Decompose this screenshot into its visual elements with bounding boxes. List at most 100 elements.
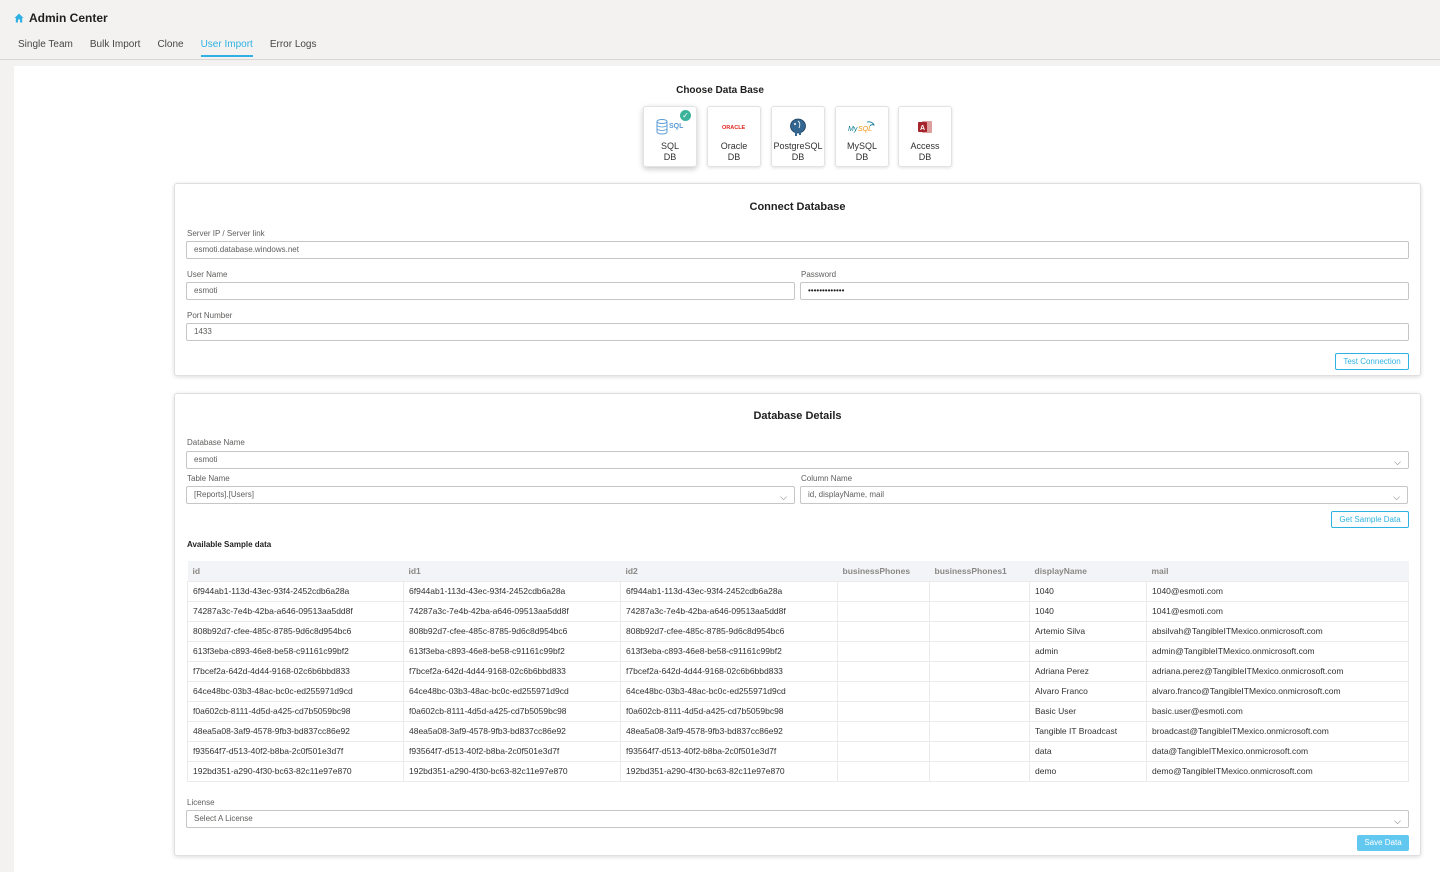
- db-option-label: SQL: [660, 141, 679, 151]
- svg-text:A: A: [920, 125, 925, 132]
- home-icon[interactable]: [14, 13, 24, 23]
- access-logo-icon: A: [899, 115, 951, 139]
- table-cell: 808b92d7-cfee-485c-8785-9d6c8d954bc6: [620, 620, 838, 642]
- table-cell: [837, 700, 930, 722]
- table-row: 48ea5a08-3af9-4578-9fb3-bd837cc86e92 48ea…: [187, 720, 1409, 742]
- license-placeholder: Select A License: [194, 814, 253, 823]
- svg-text:ORACLE: ORACLE: [722, 125, 746, 131]
- table-cell: 808b92d7-cfee-485c-8785-9d6c8d954bc6: [187, 620, 404, 642]
- tab-bar: Single Team Bulk Import Clone User Impor…: [18, 39, 334, 57]
- table-cell: absilvah@TangibleITMexico.onmicrosoft.co…: [1146, 620, 1409, 642]
- username-label: User Name: [187, 270, 228, 279]
- table-cell: [929, 640, 1030, 662]
- table-cell: broadcast@TangibleITMexico.onmicrosoft.c…: [1146, 720, 1409, 742]
- table-cell: Adriana Perez: [1029, 660, 1147, 682]
- database-name-select[interactable]: esmoti ⌵: [186, 451, 1409, 469]
- postgresql-elephant-icon: [772, 115, 824, 139]
- table-row: 6f944ab1-113d-43ec-93f4-2452cdb6a28a 6f94…: [187, 580, 1409, 602]
- table-header-row: id id1 id2 businessPhones businessPhones…: [187, 561, 1409, 581]
- table-cell: 64ce48bc-03b3-48ac-bc0c-ed255971d9cd: [620, 680, 838, 702]
- db-option-oracle[interactable]: ORACLE Oracle DB: [707, 106, 761, 167]
- db-option-access[interactable]: A Access DB: [898, 106, 952, 167]
- table-cell: [929, 760, 1030, 782]
- db-option-sql[interactable]: ✓ SQL SQL DB: [643, 106, 697, 167]
- db-option-mysql[interactable]: My SQL MySQL DB: [835, 106, 889, 167]
- table-cell: 48ea5a08-3af9-4578-9fb3-bd837cc86e92: [403, 720, 621, 742]
- table-cell: f0a602cb-8111-4d5d-a425-cd7b5059bc98: [403, 700, 621, 722]
- svg-text:SQL: SQL: [858, 126, 872, 133]
- tab-error-logs[interactable]: Error Logs: [270, 39, 317, 57]
- table-cell: 64ce48bc-03b3-48ac-bc0c-ed255971d9cd: [403, 680, 621, 702]
- username-input[interactable]: esmoti: [186, 282, 795, 300]
- column-header: businessPhones: [837, 561, 930, 581]
- table-cell: admin@TangibleITMexico.onmicrosoft.com: [1146, 640, 1409, 662]
- table-cell: admin: [1029, 640, 1147, 662]
- table-cell: 48ea5a08-3af9-4578-9fb3-bd837cc86e92: [187, 720, 404, 742]
- table-name-label: Table Name: [187, 474, 230, 483]
- column-name-select[interactable]: id, displayName, mail ⌵: [800, 486, 1408, 504]
- db-option-label: DB: [727, 152, 741, 162]
- license-select[interactable]: Select A License ⌵: [186, 810, 1409, 828]
- svg-text:SQL: SQL: [669, 123, 684, 130]
- db-option-postgresql[interactable]: PostgreSQL DB: [771, 106, 825, 167]
- table-cell: [929, 600, 1030, 622]
- table-cell: 1040: [1029, 600, 1147, 622]
- tab-clone[interactable]: Clone: [157, 39, 183, 57]
- table-cell: 192bd351-a290-4f30-bc63-82c11e97e870: [403, 760, 621, 782]
- table-cell: 6f944ab1-113d-43ec-93f4-2452cdb6a28a: [403, 580, 621, 602]
- table-cell: [837, 680, 930, 702]
- db-option-label: DB: [663, 152, 677, 162]
- chevron-down-icon: ⌵: [1393, 492, 1400, 502]
- connect-database-title: Connect Database: [749, 201, 846, 213]
- db-option-label: DB: [791, 152, 805, 162]
- table-cell: [929, 740, 1030, 762]
- save-data-button[interactable]: Save Data: [1357, 835, 1409, 851]
- table-row: 613f3eba-c893-46e8-be58-c91161c99bf2 613f…: [187, 640, 1409, 662]
- get-sample-data-button[interactable]: Get Sample Data: [1331, 511, 1409, 528]
- port-input[interactable]: 1433: [186, 323, 1409, 341]
- table-cell: Artemio Silva: [1029, 620, 1147, 642]
- table-row: f7bcef2a-642d-4d44-9168-02c6b6bbd833 f7bc…: [187, 660, 1409, 682]
- oracle-logo-icon: ORACLE: [708, 115, 760, 139]
- server-label: Server IP / Server link: [187, 229, 265, 238]
- mysql-dolphin-icon: My SQL: [836, 115, 888, 139]
- table-cell: 192bd351-a290-4f30-bc63-82c11e97e870: [620, 760, 838, 782]
- table-cell: 74287a3c-7e4b-42ba-a646-09513aa5dd8f: [403, 600, 621, 622]
- column-header: id1: [403, 561, 621, 581]
- tab-user-import[interactable]: User Import: [200, 39, 253, 57]
- table-row: 74287a3c-7e4b-42ba-a646-09513aa5dd8f 7428…: [187, 600, 1409, 622]
- check-icon: ✓: [680, 110, 691, 121]
- table-cell: 48ea5a08-3af9-4578-9fb3-bd837cc86e92: [620, 720, 838, 742]
- table-row: 808b92d7-cfee-485c-8785-9d6c8d954bc6 808b…: [187, 620, 1409, 642]
- table-cell: [929, 620, 1030, 642]
- tab-single-team[interactable]: Single Team: [18, 39, 73, 57]
- table-cell: f0a602cb-8111-4d5d-a425-cd7b5059bc98: [187, 700, 404, 722]
- app-header: Admin Center: [14, 11, 108, 25]
- table-cell: 808b92d7-cfee-485c-8785-9d6c8d954bc6: [403, 620, 621, 642]
- table-name-select[interactable]: [Reports].[Users] ⌵: [186, 486, 795, 504]
- table-row: f0a602cb-8111-4d5d-a425-cd7b5059bc98 f0a6…: [187, 700, 1409, 722]
- svg-text:My: My: [848, 126, 858, 133]
- sample-data-title: Available Sample data: [187, 540, 272, 549]
- server-input[interactable]: esmoti.database.windows.net: [186, 241, 1409, 259]
- column-name-value: id, displayName, mail: [808, 490, 885, 499]
- database-name-label: Database Name: [187, 438, 245, 447]
- table-cell: 613f3eba-c893-46e8-be58-c91161c99bf2: [620, 640, 838, 662]
- header-divider: [0, 59, 1440, 60]
- table-cell: [929, 720, 1030, 742]
- db-option-label: Oracle: [720, 141, 748, 151]
- port-label: Port Number: [187, 311, 233, 320]
- column-header: displayName: [1029, 561, 1147, 581]
- password-input[interactable]: •••••••••••••: [800, 282, 1409, 300]
- tab-bulk-import[interactable]: Bulk Import: [90, 39, 141, 57]
- table-cell: 192bd351-a290-4f30-bc63-82c11e97e870: [187, 760, 404, 782]
- column-header: mail: [1146, 561, 1409, 581]
- column-header: businessPhones1: [929, 561, 1030, 581]
- license-label: License: [187, 798, 215, 807]
- choose-db-title: Choose Data Base: [676, 85, 764, 96]
- table-cell: 1040@esmoti.com: [1146, 580, 1409, 602]
- table-cell: 1040: [1029, 580, 1147, 602]
- test-connection-button[interactable]: Test Connection: [1335, 353, 1409, 370]
- table-cell: [837, 600, 930, 622]
- table-cell: [837, 580, 930, 602]
